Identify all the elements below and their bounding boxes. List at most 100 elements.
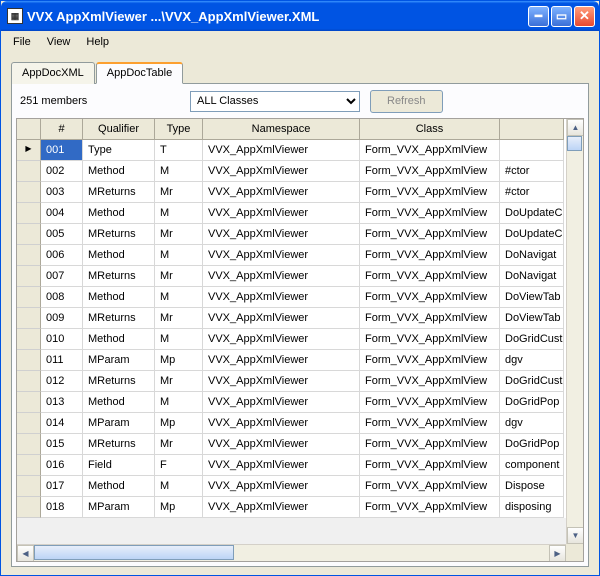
grid-cell[interactable]: Form_VVX_AppXmlView: [360, 455, 500, 476]
grid-cell[interactable]: 017: [41, 476, 83, 497]
grid-cell[interactable]: Form_VVX_AppXmlView: [360, 350, 500, 371]
grid-cell[interactable]: VVX_AppXmlViewer: [203, 413, 360, 434]
grid-cell[interactable]: Type: [83, 140, 155, 161]
row-header[interactable]: [17, 497, 41, 518]
grid-cell[interactable]: 006: [41, 245, 83, 266]
grid-cell[interactable]: [500, 140, 564, 161]
close-button[interactable]: ✕: [574, 6, 595, 27]
grid-cell[interactable]: MReturns: [83, 371, 155, 392]
scroll-thumb[interactable]: [34, 545, 234, 560]
grid-cell[interactable]: 009: [41, 308, 83, 329]
row-header[interactable]: [17, 161, 41, 182]
grid-cell[interactable]: dgv: [500, 350, 564, 371]
grid-cell[interactable]: DoNavigat: [500, 245, 564, 266]
grid-cell[interactable]: Method: [83, 203, 155, 224]
row-header[interactable]: [17, 308, 41, 329]
grid-cell[interactable]: Form_VVX_AppXmlView: [360, 245, 500, 266]
grid-cell[interactable]: 008: [41, 287, 83, 308]
row-header[interactable]: [17, 182, 41, 203]
grid-cell[interactable]: VVX_AppXmlViewer: [203, 266, 360, 287]
grid-cell[interactable]: DoGridCust: [500, 371, 564, 392]
grid-cell[interactable]: VVX_AppXmlViewer: [203, 245, 360, 266]
grid-cell[interactable]: DoNavigat: [500, 266, 564, 287]
grid-cell[interactable]: 015: [41, 434, 83, 455]
titlebar[interactable]: ▦ VVX AppXmlViewer ...\VVX_AppXmlViewer.…: [1, 1, 599, 31]
row-header[interactable]: [17, 455, 41, 476]
grid-cell[interactable]: Mp: [155, 497, 203, 518]
grid-cell[interactable]: Form_VVX_AppXmlView: [360, 476, 500, 497]
grid-cell[interactable]: DoUpdateC: [500, 224, 564, 245]
grid-cell[interactable]: 012: [41, 371, 83, 392]
grid-cell[interactable]: MParam: [83, 497, 155, 518]
grid-cell[interactable]: MParam: [83, 350, 155, 371]
grid-cell[interactable]: MReturns: [83, 434, 155, 455]
grid-cell[interactable]: disposing: [500, 497, 564, 518]
grid-cell[interactable]: 003: [41, 182, 83, 203]
grid-cell[interactable]: 014: [41, 413, 83, 434]
grid-cell[interactable]: Form_VVX_AppXmlView: [360, 497, 500, 518]
scroll-left-button[interactable]: ◀: [17, 545, 34, 562]
column-header[interactable]: Type: [155, 119, 203, 140]
grid-cell[interactable]: VVX_AppXmlViewer: [203, 476, 360, 497]
grid-cell[interactable]: Mr: [155, 182, 203, 203]
grid-cell[interactable]: VVX_AppXmlViewer: [203, 497, 360, 518]
row-header[interactable]: [17, 392, 41, 413]
grid-cell[interactable]: M: [155, 392, 203, 413]
grid-cell[interactable]: MReturns: [83, 308, 155, 329]
grid-cell[interactable]: #ctor: [500, 161, 564, 182]
grid-cell[interactable]: #ctor: [500, 182, 564, 203]
grid-cell[interactable]: Form_VVX_AppXmlView: [360, 329, 500, 350]
grid-cell[interactable]: VVX_AppXmlViewer: [203, 140, 360, 161]
row-header[interactable]: [17, 350, 41, 371]
grid-cell[interactable]: Mr: [155, 266, 203, 287]
vertical-scrollbar[interactable]: ▲ ▼: [566, 119, 583, 544]
horizontal-scrollbar[interactable]: ◀ ▶: [17, 544, 566, 561]
scroll-track[interactable]: [34, 545, 549, 561]
grid-cell[interactable]: 004: [41, 203, 83, 224]
grid-cell[interactable]: Form_VVX_AppXmlView: [360, 182, 500, 203]
grid-cell[interactable]: Form_VVX_AppXmlView: [360, 161, 500, 182]
grid-cell[interactable]: VVX_AppXmlViewer: [203, 161, 360, 182]
row-header[interactable]: [17, 434, 41, 455]
menu-file[interactable]: File: [5, 33, 39, 51]
grid-cell[interactable]: Form_VVX_AppXmlView: [360, 203, 500, 224]
grid-cell[interactable]: component: [500, 455, 564, 476]
grid-cell[interactable]: MReturns: [83, 224, 155, 245]
grid-cell[interactable]: DoGridPop: [500, 434, 564, 455]
grid-cell[interactable]: 018: [41, 497, 83, 518]
grid-cell[interactable]: F: [155, 455, 203, 476]
grid-cell[interactable]: VVX_AppXmlViewer: [203, 329, 360, 350]
grid-cell[interactable]: MReturns: [83, 266, 155, 287]
grid-cell[interactable]: 011: [41, 350, 83, 371]
grid-cell[interactable]: Form_VVX_AppXmlView: [360, 308, 500, 329]
grid-cell[interactable]: M: [155, 245, 203, 266]
scroll-track[interactable]: [567, 136, 583, 527]
column-header[interactable]: Qualifier: [83, 119, 155, 140]
tab-appdocxml[interactable]: AppDocXML: [11, 62, 95, 84]
grid-cell[interactable]: Mr: [155, 371, 203, 392]
grid-cell[interactable]: dgv: [500, 413, 564, 434]
grid-cell[interactable]: Mp: [155, 350, 203, 371]
grid-cell[interactable]: Field: [83, 455, 155, 476]
grid-cell[interactable]: Form_VVX_AppXmlView: [360, 392, 500, 413]
grid-cell[interactable]: Mr: [155, 224, 203, 245]
scroll-up-button[interactable]: ▲: [567, 119, 584, 136]
maximize-button[interactable]: ▭: [551, 6, 572, 27]
grid-cell[interactable]: M: [155, 287, 203, 308]
grid-cell[interactable]: VVX_AppXmlViewer: [203, 224, 360, 245]
scroll-right-button[interactable]: ▶: [549, 545, 566, 562]
grid-cell[interactable]: M: [155, 203, 203, 224]
grid-cell[interactable]: DoGridCust: [500, 329, 564, 350]
grid-cell[interactable]: 016: [41, 455, 83, 476]
grid-cell[interactable]: VVX_AppXmlViewer: [203, 371, 360, 392]
grid-cell[interactable]: Method: [83, 161, 155, 182]
grid-cell[interactable]: DoViewTab: [500, 287, 564, 308]
menu-view[interactable]: View: [39, 33, 79, 51]
grid-cell[interactable]: M: [155, 476, 203, 497]
column-header[interactable]: Namespace: [203, 119, 360, 140]
scroll-thumb[interactable]: [567, 136, 582, 151]
menu-help[interactable]: Help: [78, 33, 117, 51]
grid-cell[interactable]: Method: [83, 245, 155, 266]
grid-cell[interactable]: Dispose: [500, 476, 564, 497]
grid-cell[interactable]: 007: [41, 266, 83, 287]
